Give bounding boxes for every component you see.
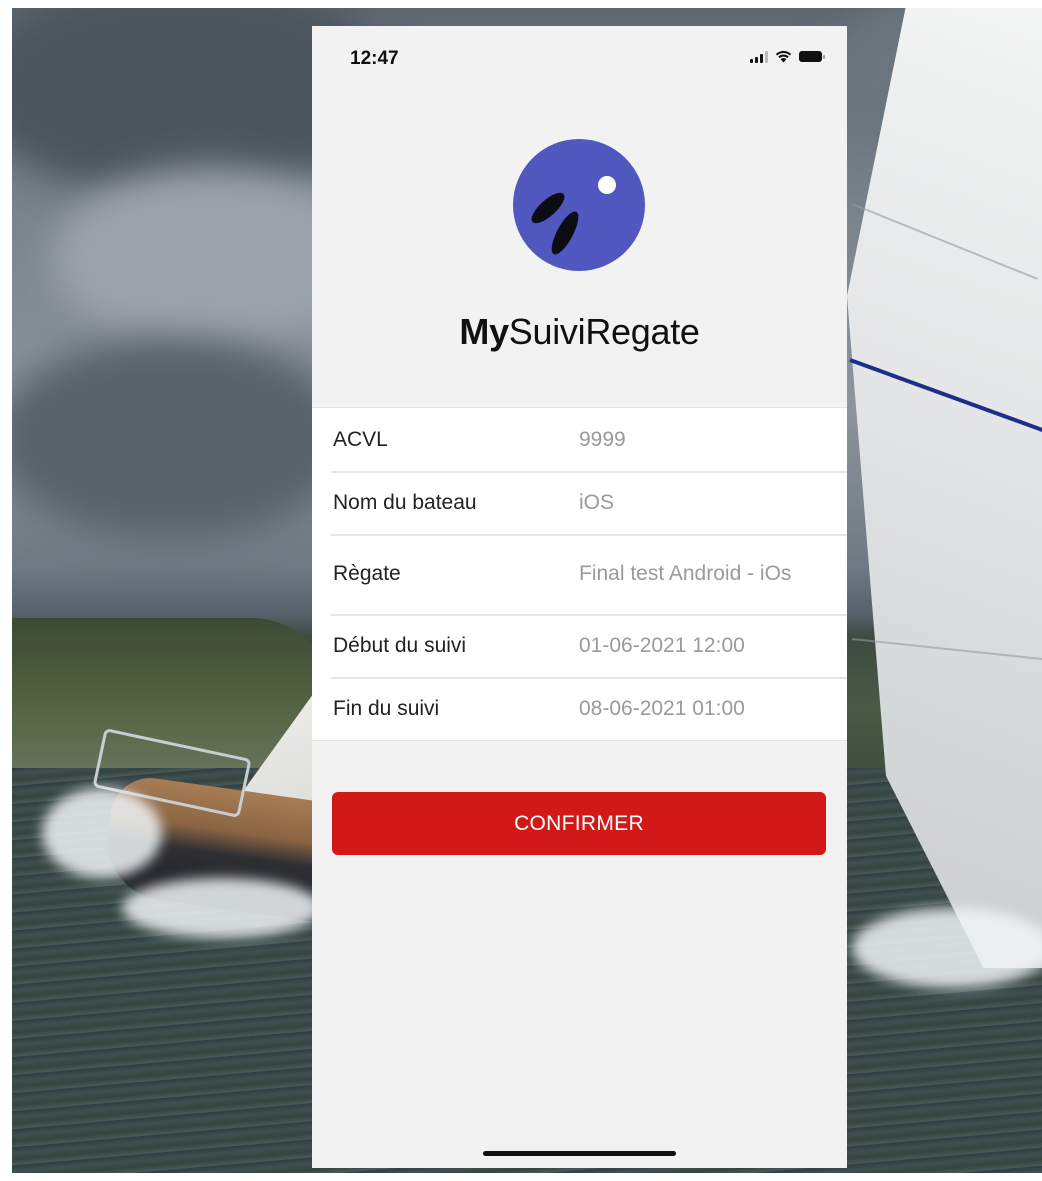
battery-icon: [799, 51, 825, 62]
status-icons: [750, 50, 825, 63]
signal-icon: [750, 50, 768, 63]
water-spray: [852, 908, 1042, 988]
app-title-rest: SuiviRegate: [508, 311, 700, 352]
info-label: ACVL: [333, 427, 388, 451]
app-title: MySuiviRegate: [312, 311, 847, 353]
info-label: Début du suivi: [333, 633, 467, 657]
water-spray: [42, 788, 162, 878]
info-label: Règate: [333, 562, 401, 585]
confirm-button[interactable]: CONFIRMER: [332, 792, 826, 855]
status-bar: 12:47: [312, 26, 847, 86]
storm-cloud: [12, 338, 352, 538]
info-row-regatta: Règate Final test Android - iOs: [312, 534, 847, 614]
boats-logo-icon: [513, 139, 645, 271]
info-value: 9999: [579, 427, 626, 451]
info-row-tracking-end: Fin du suivi 08-06-2021 01:00: [312, 677, 847, 740]
wifi-icon: [775, 50, 792, 63]
info-value: 08-06-2021 01:00: [579, 696, 745, 720]
info-value: Final test Android - iOs: [579, 562, 792, 585]
info-row-boat-name: Nom du bateau iOS: [312, 471, 847, 534]
phone-screen: 12:47 MySuiviRegate ACVL 9999 Nom du bat…: [312, 26, 847, 1168]
info-label: Fin du suivi: [333, 696, 440, 720]
info-value: iOS: [579, 490, 615, 514]
info-label: Nom du bateau: [333, 490, 477, 514]
info-value: 01-06-2021 12:00: [579, 633, 745, 657]
info-row-acvl: ACVL 9999: [312, 408, 847, 471]
home-indicator[interactable]: [483, 1151, 676, 1156]
water-spray: [122, 878, 322, 938]
info-row-tracking-start: Début du suivi 01-06-2021 12:00: [312, 614, 847, 677]
app-title-bold: My: [459, 311, 509, 352]
status-time: 12:47: [350, 48, 399, 69]
registration-info-list: ACVL 9999 Nom du bateau iOS Règate Final…: [312, 407, 847, 741]
